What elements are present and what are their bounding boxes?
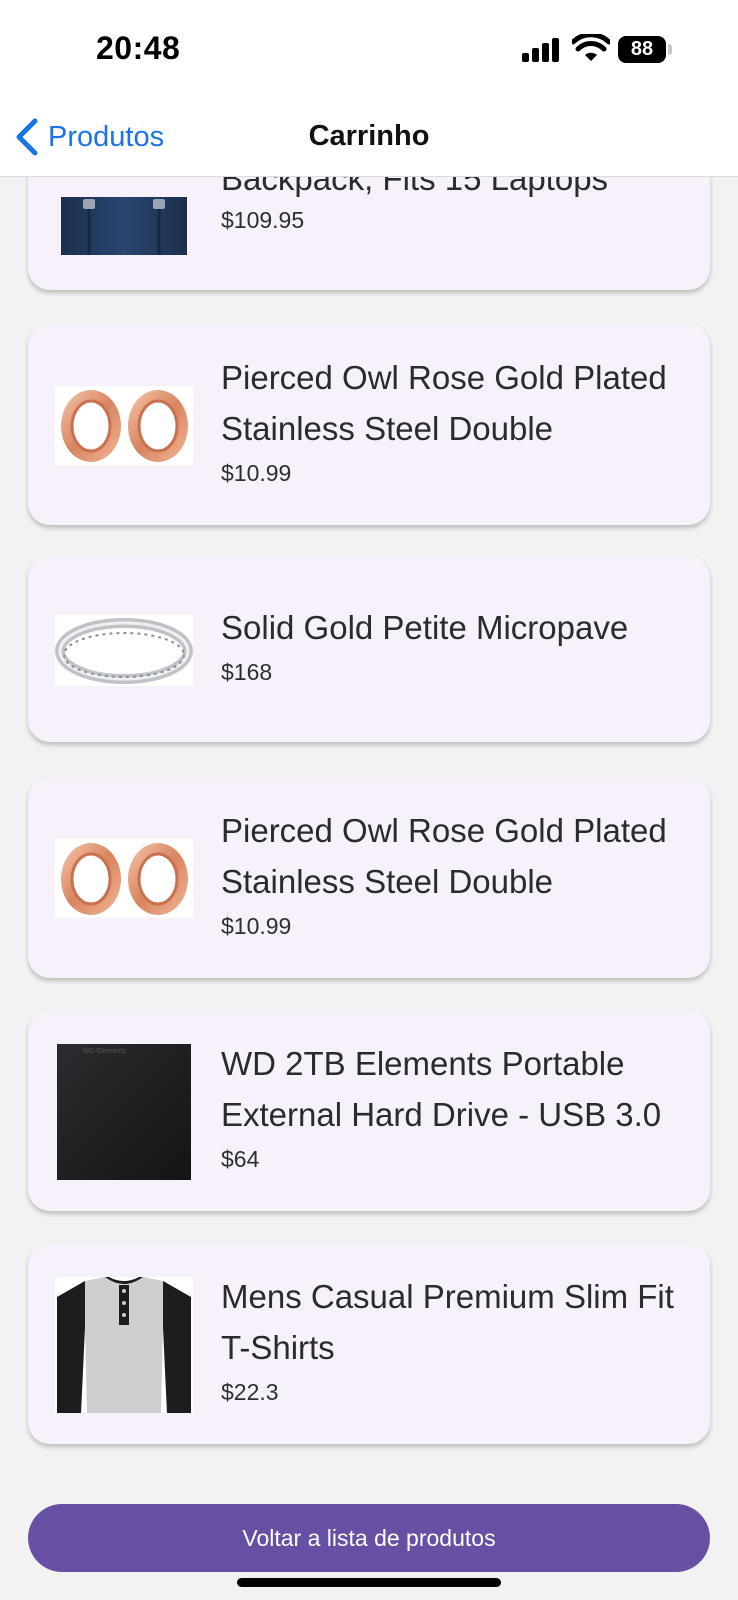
silver-ring-image <box>55 615 193 686</box>
page-title: Carrinho <box>308 120 430 152</box>
cart-list[interactable]: Backpack, Fits 15 Laptops $109.95 Pierce… <box>0 177 738 1467</box>
wifi-icon <box>572 34 610 61</box>
item-price: $109.95 <box>221 207 305 233</box>
battery-percentage: 88 <box>630 38 654 60</box>
status-bar: 20:48 88 <box>0 0 738 100</box>
rose-gold-tunnels-image <box>55 839 193 918</box>
hard-drive-image: WD Elements <box>55 1044 193 1180</box>
item-price: $10.99 <box>221 913 292 939</box>
navigation-bar: Produtos Carrinho <box>0 100 738 177</box>
battery-icon: 88 <box>618 36 672 63</box>
item-price: $22.3 <box>221 1379 279 1405</box>
item-title: Pierced Owl Rose Gold Plated Stainless S… <box>221 812 667 900</box>
item-price: $64 <box>221 1146 260 1172</box>
item-price: $168 <box>221 659 273 685</box>
home-indicator <box>237 1578 501 1587</box>
cart-item[interactable]: Backpack, Fits 15 Laptops $109.95 <box>28 177 710 290</box>
item-title: Solid Gold Petite Micropave <box>221 609 629 646</box>
cart-item[interactable]: Pierced Owl Rose Gold Plated Stainless S… <box>28 324 710 525</box>
rose-gold-tunnels-image <box>55 386 193 465</box>
back-to-product-list-button[interactable]: Voltar a lista de produtos <box>28 1504 710 1572</box>
item-title: WD 2TB Elements Portable External Hard D… <box>221 1045 662 1133</box>
cart-item[interactable]: Solid Gold Petite Micropave $168 <box>28 556 710 742</box>
item-price: $10.99 <box>221 460 292 486</box>
item-title: Backpack, Fits 15 Laptops <box>221 177 609 197</box>
hard-drive-label: WD Elements <box>83 1048 126 1055</box>
cellular-signal-icon <box>522 38 562 62</box>
cart-item[interactable]: Mens Casual Premium Slim Fit T-Shirts $2… <box>28 1243 710 1444</box>
tshirt-image <box>55 1277 193 1413</box>
cart-item[interactable]: Pierced Owl Rose Gold Plated Stainless S… <box>28 777 710 978</box>
cart-item[interactable]: WD Elements WD 2TB Elements Portable Ext… <box>28 1010 710 1211</box>
status-time: 20:48 <box>96 30 181 66</box>
item-title: Mens Casual Premium Slim Fit T-Shirts <box>221 1278 674 1366</box>
item-title: Pierced Owl Rose Gold Plated Stainless S… <box>221 359 667 447</box>
backpack-image <box>55 197 193 255</box>
